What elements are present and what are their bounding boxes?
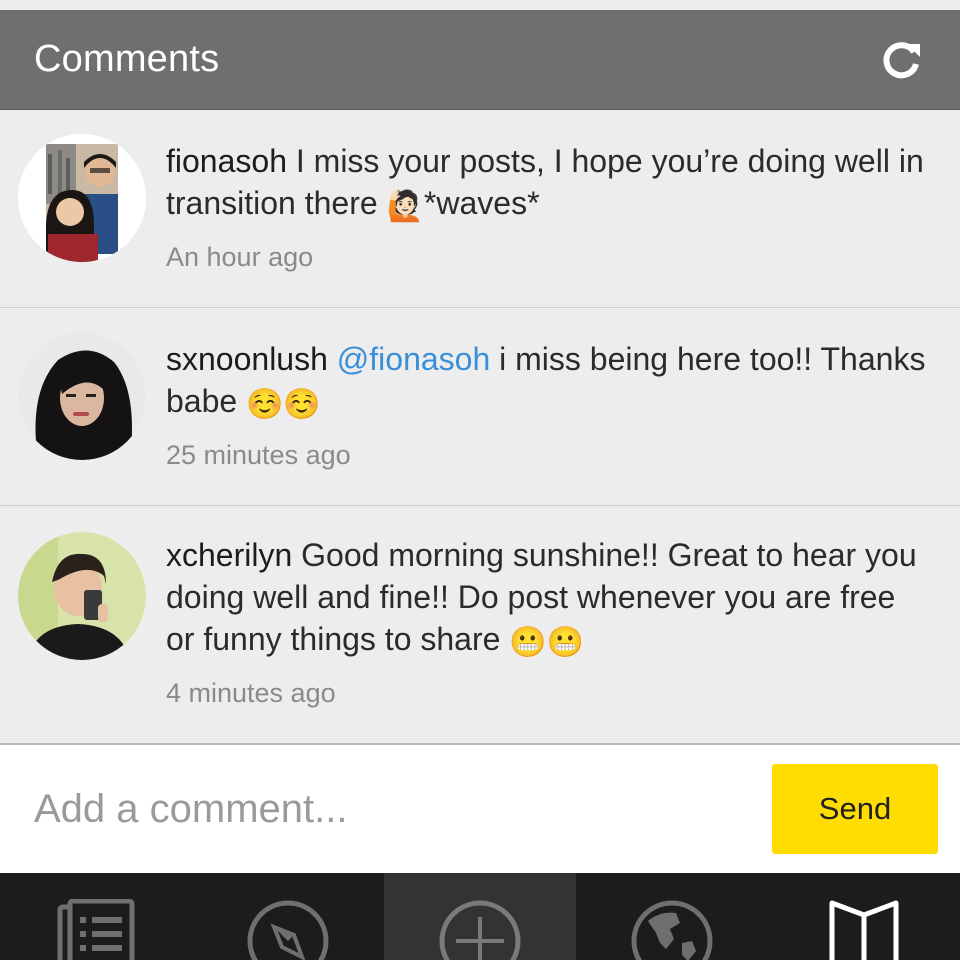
book-icon — [829, 900, 899, 960]
avatar-photo-couple — [18, 134, 146, 262]
refresh-button[interactable] — [878, 36, 926, 84]
comment-composer: Send — [0, 745, 960, 873]
smiling-emoji: ☺️☺️ — [246, 388, 321, 421]
comment-item: sxnoonlush @fionasoh i miss being here t… — [0, 308, 960, 506]
comment-username[interactable]: fionasoh — [166, 143, 287, 179]
comment-item: xcherilyn Good morning sunshine!! Great … — [0, 506, 960, 745]
nav-item-world[interactable] — [576, 873, 768, 960]
avatar[interactable] — [18, 532, 146, 660]
raising-hand-emoji: 🙋🏻 — [386, 190, 424, 223]
comment-item: fionasoh I miss your posts, I hope you’r… — [0, 110, 960, 308]
user-mention-link[interactable]: @fionasoh — [337, 341, 490, 377]
avatar[interactable] — [18, 134, 146, 262]
comment-list[interactable]: fionasoh I miss your posts, I hope you’r… — [0, 110, 960, 745]
comment-message-end: *waves* — [423, 185, 540, 221]
comments-screen: Comments fionasoh I miss your posts, I h… — [0, 0, 960, 960]
compass-icon — [247, 900, 329, 960]
nav-item-journal[interactable] — [768, 873, 960, 960]
comment-text: fionasoh I miss your posts, I hope you’r… — [166, 140, 930, 228]
page-title: Comments — [34, 38, 220, 80]
comment-timestamp: 4 minutes ago — [166, 678, 336, 708]
avatar-photo-selfie — [18, 532, 146, 660]
add-icon — [439, 900, 521, 960]
globe-icon — [631, 900, 713, 960]
grimacing-emoji: 😬😬 — [509, 626, 585, 659]
nav-item-explore[interactable] — [192, 873, 384, 960]
comment-input[interactable] — [34, 769, 772, 849]
comment-text: sxnoonlush @fionasoh i miss being here t… — [166, 338, 930, 426]
nav-item-add[interactable] — [384, 873, 576, 960]
feed-icon — [57, 899, 135, 960]
comment-body: sxnoonlush @fionasoh i miss being here t… — [166, 338, 930, 471]
bottom-nav — [0, 873, 960, 960]
comment-username[interactable]: sxnoonlush — [166, 341, 328, 377]
refresh-icon — [883, 41, 920, 78]
send-button[interactable]: Send — [772, 764, 938, 854]
nav-item-feed[interactable] — [0, 873, 192, 960]
comment-timestamp: 25 minutes ago — [166, 440, 351, 470]
avatar[interactable] — [18, 332, 146, 460]
comment-body: xcherilyn Good morning sunshine!! Great … — [166, 534, 930, 709]
header-bar: Comments — [0, 10, 960, 110]
comment-body: fionasoh I miss your posts, I hope you’r… — [166, 140, 930, 273]
avatar-photo-woman — [18, 332, 146, 460]
comment-timestamp: An hour ago — [166, 242, 314, 272]
comment-text: xcherilyn Good morning sunshine!! Great … — [166, 534, 930, 664]
comment-username[interactable]: xcherilyn — [166, 537, 292, 573]
